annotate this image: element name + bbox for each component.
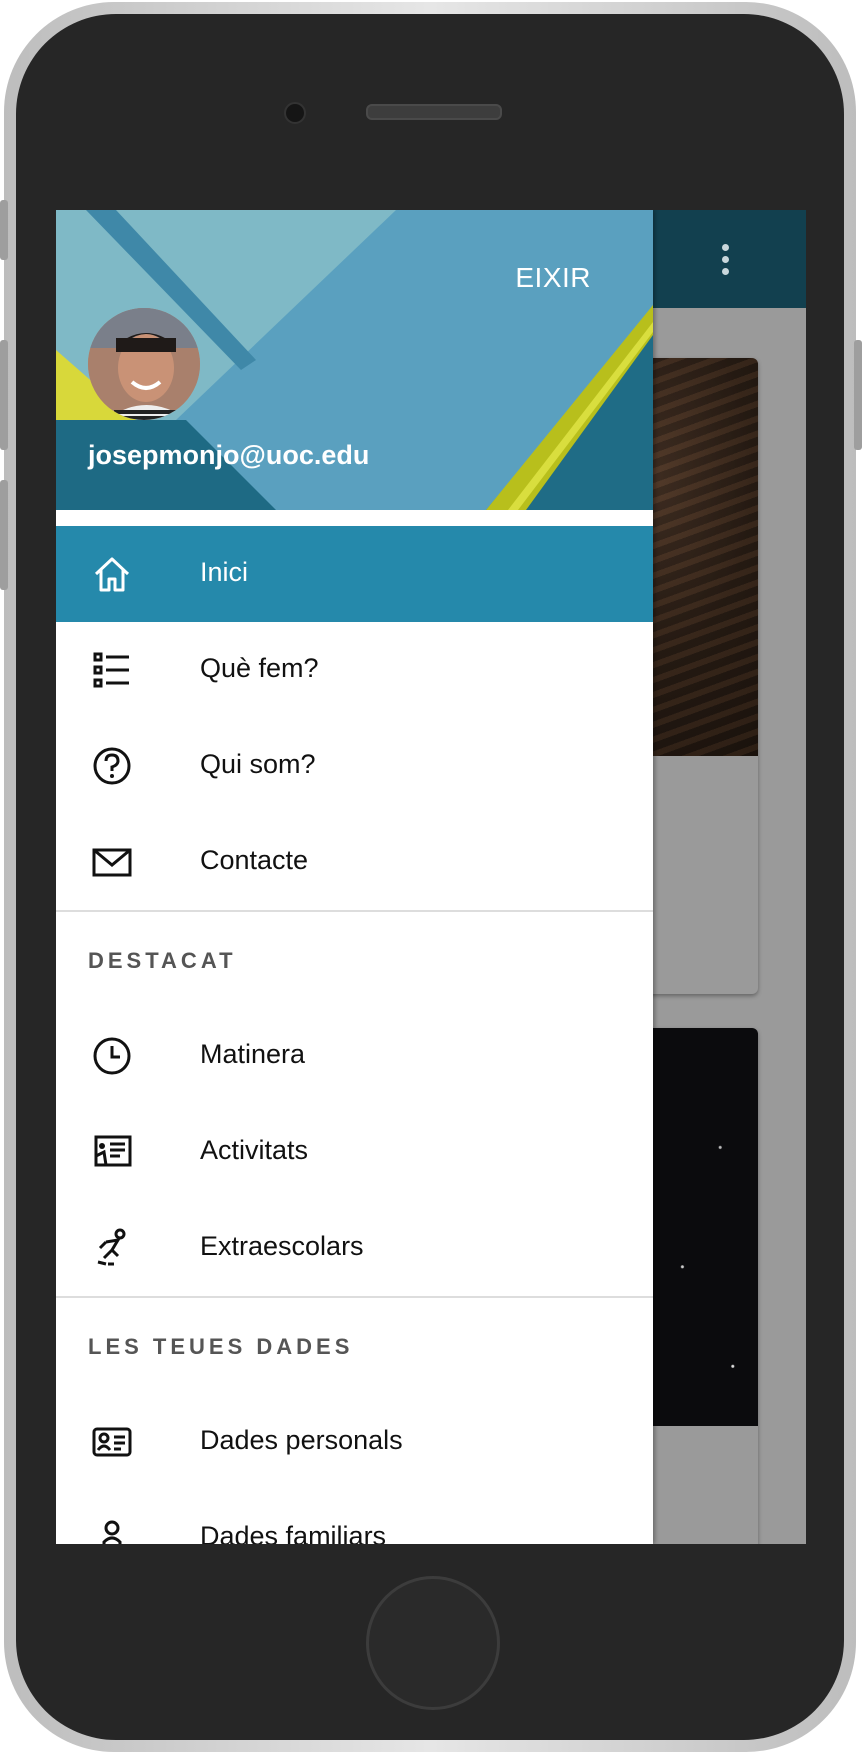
menu-item-que-fem[interactable]: Què fem? <box>56 622 653 718</box>
menu-item-label: Qui som? <box>200 749 316 779</box>
menu-item-matinera[interactable]: Matinera <box>56 1008 653 1104</box>
menu-item-contacte[interactable]: Contacte <box>56 814 653 910</box>
home-button[interactable] <box>366 1576 500 1710</box>
drawer-header: EIXIR josepmonjo@uoc.edu <box>56 210 653 510</box>
id-card-icon <box>92 1427 132 1457</box>
section-title-destacat: DESTACAT <box>88 948 237 973</box>
menu-item-label: Què fem? <box>200 653 319 683</box>
mute-switch <box>0 200 8 260</box>
menu-item-label: Dades familiars <box>200 1521 387 1544</box>
presentation-icon <box>94 1135 132 1167</box>
logout-button[interactable]: EIXIR <box>515 262 591 294</box>
menu-item-activitats[interactable]: Activitats <box>56 1104 653 1200</box>
person-icon <box>102 1520 122 1544</box>
help-circle-icon <box>93 747 131 785</box>
user-email: josepmonjo@uoc.edu <box>88 440 370 470</box>
earpiece-speaker <box>366 104 502 120</box>
menu-item-inici[interactable]: Inici <box>56 526 653 622</box>
menu-item-label: Matinera <box>200 1039 306 1069</box>
menu-item-label: Dades personals <box>200 1425 403 1455</box>
skating-icon <box>97 1228 126 1266</box>
avatar[interactable] <box>88 308 200 420</box>
menu-item-dades-familiars[interactable]: Dades familiars <box>56 1490 653 1544</box>
divider <box>56 910 653 912</box>
menu-item-label: Activitats <box>200 1135 309 1165</box>
menu-item-label: Contacte <box>200 845 309 875</box>
menu-item-extraescolars[interactable]: Extraescolars <box>56 1200 653 1296</box>
clock-icon <box>93 1037 131 1075</box>
power-button <box>854 340 862 450</box>
divider <box>56 1296 653 1298</box>
volume-down-button <box>0 480 8 590</box>
list-icon <box>93 652 129 688</box>
menu-item-label: Inici <box>200 557 249 587</box>
navigation-drawer: EIXIR josepmonjo@uoc.edu Inici Què fem? <box>56 210 653 1544</box>
home-icon <box>94 557 130 592</box>
menu-item-qui-som[interactable]: Qui som? <box>56 718 653 814</box>
mail-icon <box>92 848 132 877</box>
section-title-les-teues-dades: LES TEUES DADES <box>88 1334 354 1359</box>
volume-up-button <box>0 340 8 450</box>
front-camera <box>284 102 306 124</box>
menu-item-dades-personals[interactable]: Dades personals <box>56 1394 653 1490</box>
menu-item-label: Extraescolars <box>200 1231 364 1261</box>
app-screen: EIXIR josepmonjo@uoc.edu Inici Què fem? <box>56 210 806 1544</box>
more-options-icon[interactable] <box>722 244 730 278</box>
